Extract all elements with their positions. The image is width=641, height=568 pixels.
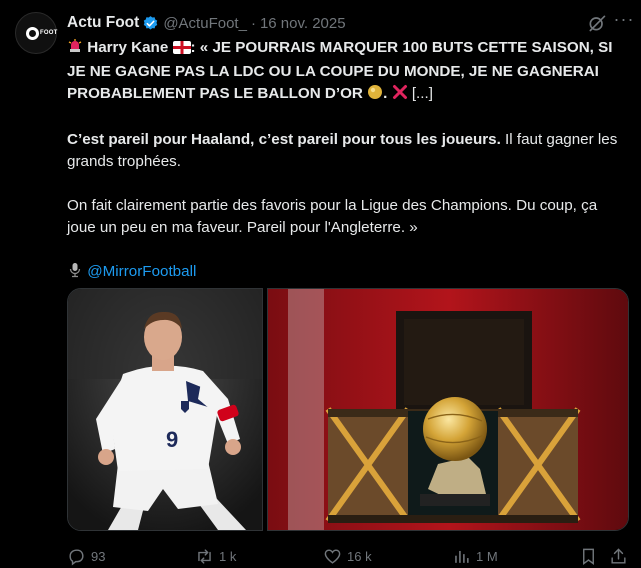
haaland-sentence: C’est pareil pour Haaland, c’est pareil … — [67, 131, 501, 148]
reply-button[interactable]: 93 — [67, 545, 105, 567]
post-text: Harry Kane : « JE POURRAIS MARQUER 100 B… — [67, 37, 629, 285]
golden-ball-icon — [367, 84, 383, 107]
avatar-logo-text: FOOT — [40, 30, 58, 36]
bookmark-button[interactable] — [579, 545, 598, 567]
microphone-icon — [67, 262, 83, 285]
media-grid: 9 — [67, 288, 629, 531]
bookmark-icon — [583, 548, 594, 565]
like-button[interactable]: 16 k — [323, 545, 372, 567]
mention-link[interactable]: @MirrorFootball — [87, 263, 196, 280]
like-count: 16 k — [347, 548, 372, 564]
paragraph-quote-title: Harry Kane : « JE POURRAIS MARQUER 100 B… — [67, 37, 629, 107]
repost-count: 1 k — [219, 548, 237, 564]
share-button[interactable] — [609, 545, 628, 567]
siren-icon — [67, 38, 83, 61]
post-header: Actu Foot @ActuFoot_ · 16 nov. 2025 — [67, 12, 346, 34]
reply-count: 93 — [91, 548, 106, 564]
avatar-logo-ring — [25, 26, 39, 40]
player-name: Harry Kane — [87, 39, 169, 56]
reply-icon — [69, 548, 84, 565]
paragraph-source: @MirrorFootball — [67, 261, 629, 285]
post-date[interactable]: 16 nov. 2025 — [260, 15, 346, 32]
cross-mark-icon — [392, 84, 408, 107]
paragraph-haaland: C’est pareil pour Haaland, c’est pareil … — [67, 129, 629, 173]
views-count: 1 M — [476, 548, 498, 564]
paragraph-champions: On fait clairement partie des favoris po… — [67, 197, 598, 236]
verified-badge-icon[interactable] — [142, 15, 159, 32]
views-button[interactable]: 1 M — [452, 545, 498, 567]
england-flag-icon — [172, 39, 191, 61]
author-name[interactable]: Actu Foot — [67, 14, 139, 32]
share-icon — [611, 547, 626, 564]
ellipsis-bracket: [...] — [411, 85, 433, 102]
author-handle[interactable]: @ActuFoot_ — [163, 15, 247, 32]
header-separator: · — [250, 14, 256, 32]
views-icon — [455, 550, 469, 563]
shirt-number: 9 — [166, 427, 178, 452]
repost-icon — [198, 548, 211, 564]
repost-button[interactable]: 1 k — [195, 545, 236, 567]
heart-icon — [324, 548, 341, 564]
post-actions: 93 1 k 16 k 1 M — [67, 545, 629, 567]
ballon-dor-trophy-photo[interactable] — [267, 288, 629, 531]
quote-period: . — [383, 85, 388, 102]
more-options-icon[interactable]: ··· — [613, 10, 635, 34]
author-avatar[interactable]: FOOT — [15, 12, 57, 54]
harry-kane-photo[interactable]: 9 — [67, 288, 263, 531]
grok-icon[interactable] — [587, 13, 607, 33]
